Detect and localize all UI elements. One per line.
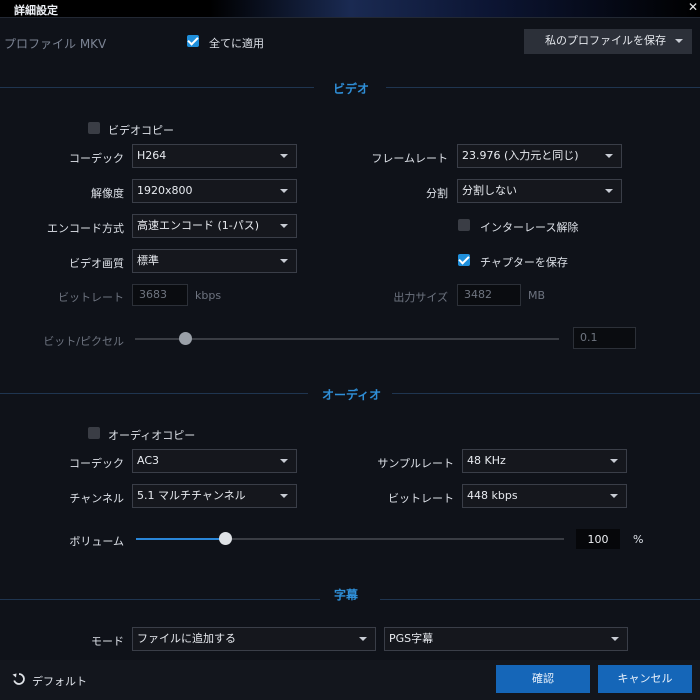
- encode-method-label: エンコード方式: [47, 222, 124, 235]
- video-bitrate-field: 3683: [132, 284, 188, 306]
- title-bar: [0, 0, 700, 18]
- bpp-slider-track[interactable]: [135, 338, 559, 340]
- volume-field[interactable]: 100: [576, 529, 620, 549]
- section-divider: [386, 87, 700, 88]
- audio-bitrate-value: 448 kbps: [467, 489, 518, 502]
- resolution-select[interactable]: 1920x800: [132, 179, 297, 203]
- save-chapters-label: チャプターを保存: [480, 256, 568, 269]
- video-quality-label: ビデオ画質: [69, 257, 124, 270]
- chevron-down-icon: [611, 637, 619, 641]
- deinterlace-checkbox[interactable]: [458, 219, 470, 231]
- encode-method-value: 高速エンコード (1-パス): [137, 219, 260, 232]
- video-bitrate-unit: kbps: [195, 289, 222, 302]
- output-size-unit: MB: [528, 289, 546, 302]
- video-quality-select[interactable]: 標準: [132, 249, 297, 273]
- apply-all-checkbox[interactable]: [187, 35, 199, 47]
- chevron-down-icon: [610, 459, 618, 463]
- subtitle-mode-label: モード: [91, 635, 124, 648]
- save-profile-label: 私のプロファイルを保存: [545, 34, 666, 47]
- channel-select[interactable]: 5.1 マルチチャンネル: [132, 484, 297, 508]
- framerate-value: 23.976 (入力元と同じ): [462, 149, 579, 162]
- chevron-down-icon: [280, 189, 288, 193]
- output-size-label: 出力サイズ: [393, 291, 448, 304]
- section-title-video: ビデオ: [333, 82, 370, 96]
- encode-method-select[interactable]: 高速エンコード (1-パス): [132, 214, 297, 238]
- video-bitrate-label: ビットレート: [58, 291, 124, 304]
- chevron-down-icon: [605, 154, 613, 158]
- video-quality-value: 標準: [137, 254, 159, 267]
- save-profile-dropdown[interactable]: 私のプロファイルを保存: [524, 29, 692, 54]
- chevron-down-icon: [280, 154, 288, 158]
- resolution-label: 解像度: [91, 187, 124, 200]
- volume-unit: %: [633, 533, 644, 546]
- resolution-value: 1920x800: [137, 184, 193, 197]
- chevron-down-icon: [280, 224, 288, 228]
- section-divider: [392, 393, 700, 394]
- chevron-down-icon: [359, 637, 367, 641]
- split-select[interactable]: 分割しない: [457, 179, 622, 203]
- subtitle-format-value: PGS字幕: [389, 632, 434, 645]
- audio-codec-label: コーデック: [69, 457, 124, 470]
- output-size-field: 3482: [457, 284, 521, 306]
- chevron-down-icon: [280, 494, 288, 498]
- footer-bar: [0, 660, 700, 700]
- framerate-label: フレームレート: [371, 152, 448, 165]
- framerate-select[interactable]: 23.976 (入力元と同じ): [457, 144, 622, 168]
- audio-codec-value: AC3: [137, 454, 160, 467]
- cancel-button[interactable]: キャンセル: [598, 665, 692, 693]
- subtitle-mode-value: ファイルに追加する: [137, 632, 236, 645]
- samplerate-label: サンプルレート: [377, 457, 454, 470]
- volume-slider-handle[interactable]: [219, 532, 233, 545]
- section-title-subtitles: 字幕: [334, 588, 359, 602]
- section-divider: [0, 87, 314, 88]
- bpp-field[interactable]: 0.1: [573, 327, 636, 349]
- section-divider: [380, 599, 700, 600]
- default-button[interactable]: デフォルト: [32, 673, 87, 689]
- window-title: 詳細設定: [14, 4, 58, 17]
- chevron-down-icon: [675, 39, 683, 43]
- chevron-down-icon: [280, 459, 288, 463]
- section-title-audio: オーディオ: [322, 388, 382, 402]
- video-codec-select[interactable]: H264: [132, 144, 297, 168]
- audio-copy-checkbox[interactable]: [88, 427, 100, 439]
- volume-label: ボリューム: [69, 535, 124, 548]
- bpp-slider-handle[interactable]: [179, 332, 193, 345]
- section-divider: [0, 393, 308, 394]
- profile-name: プロファイル MKV: [4, 37, 107, 51]
- chevron-down-icon: [610, 494, 618, 498]
- apply-all-label: 全てに適用: [209, 37, 264, 50]
- split-value: 分割しない: [462, 184, 517, 197]
- close-icon[interactable]: ✕: [688, 0, 698, 14]
- samplerate-select[interactable]: 48 KHz: [462, 449, 627, 473]
- deinterlace-label: インターレース解除: [480, 221, 579, 234]
- audio-bitrate-label: ビットレート: [388, 492, 454, 505]
- bpp-label: ビット/ピクセル: [43, 335, 124, 348]
- save-chapters-checkbox[interactable]: [458, 254, 470, 266]
- samplerate-value: 48 KHz: [467, 454, 506, 467]
- subtitle-format-select[interactable]: PGS字幕: [384, 627, 628, 651]
- reset-icon[interactable]: [12, 672, 26, 686]
- video-copy-checkbox[interactable]: [88, 122, 100, 134]
- video-codec-value: H264: [137, 149, 167, 162]
- chevron-down-icon: [280, 259, 288, 263]
- ok-button[interactable]: 確認: [496, 665, 590, 693]
- volume-slider-fill: [136, 538, 226, 540]
- channel-value: 5.1 マルチチャンネル: [137, 489, 246, 502]
- channel-label: チャンネル: [69, 492, 124, 505]
- audio-codec-select[interactable]: AC3: [132, 449, 297, 473]
- split-label: 分割: [426, 187, 448, 200]
- audio-bitrate-select[interactable]: 448 kbps: [462, 484, 627, 508]
- subtitle-mode-select[interactable]: ファイルに追加する: [132, 627, 376, 651]
- section-divider: [0, 599, 320, 600]
- chevron-down-icon: [605, 189, 613, 193]
- video-copy-label: ビデオコピー: [108, 124, 174, 137]
- audio-copy-label: オーディオコピー: [108, 429, 196, 442]
- video-codec-label: コーデック: [69, 152, 124, 165]
